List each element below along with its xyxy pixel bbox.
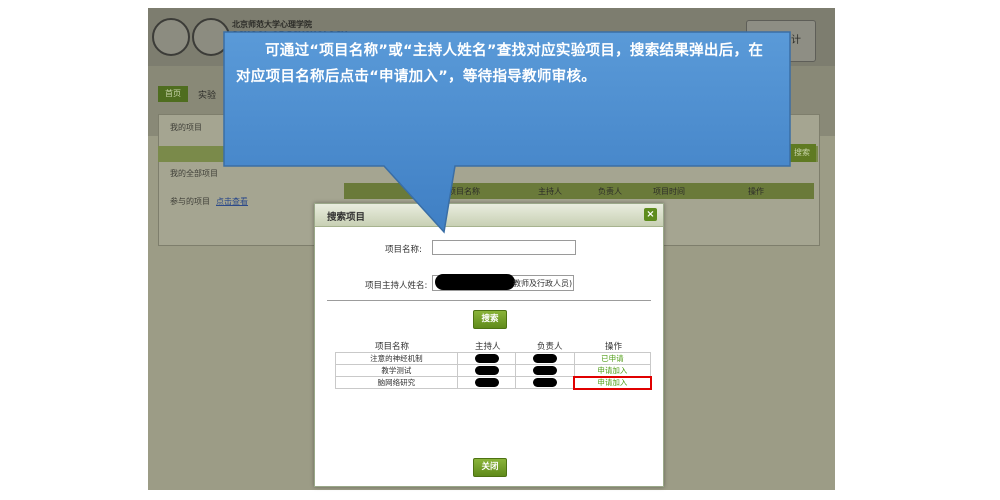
- joined-projects-label[interactable]: 参与的项目 点击查看: [170, 196, 248, 207]
- my-projects-label: 我的项目: [170, 123, 202, 132]
- result-project-name: 脑网络研究: [335, 376, 458, 389]
- host-name-hint: 教师及行政人员): [513, 279, 573, 288]
- nav-tab-experiment[interactable]: 实验: [198, 88, 216, 101]
- redaction-mark: [435, 274, 515, 290]
- result-header-host: 主持人: [475, 342, 501, 352]
- dialog-title: 搜索项目: [327, 212, 366, 223]
- form-divider: [327, 300, 651, 301]
- result-header-action: 操作: [605, 342, 623, 352]
- result-host: [456, 364, 517, 377]
- result-owner: [515, 352, 575, 365]
- result-host: [456, 352, 517, 365]
- results-table: 注意的神经机制 已申请 教学测试 申请加入 脑网络研究 申请加入: [335, 352, 652, 390]
- redaction-mark: [474, 366, 499, 376]
- panel-bar: [158, 146, 818, 162]
- applied-status: 已申请: [573, 352, 652, 365]
- school-logo-icon: [192, 18, 230, 56]
- university-logo-icon: [152, 18, 190, 56]
- nav-tab-home[interactable]: 首页: [158, 86, 188, 102]
- th-host: 主持人: [538, 187, 562, 196]
- result-project-name: 教学测试: [335, 364, 458, 377]
- school-name: 北京师范大学心理学院 SCHOOL OF PSYCHOLOGY: [232, 20, 348, 39]
- close-icon[interactable]: ×: [644, 208, 657, 221]
- result-header-owner: 负责人: [537, 342, 563, 352]
- result-project-name: 注意的神经机制: [335, 352, 458, 365]
- th-project-name: 项目名称: [448, 187, 480, 196]
- apply-join-link-highlighted[interactable]: 申请加入: [573, 375, 652, 390]
- result-owner: [515, 364, 575, 377]
- search-project-dialog: 搜索项目 × 项目名称: 项目主持人姓名: 教师及行政人员) 搜索 项目名称 主…: [314, 203, 664, 487]
- search-button[interactable]: 搜索: [473, 310, 507, 329]
- th-action: 操作: [748, 187, 764, 196]
- result-host: [456, 376, 517, 389]
- close-button[interactable]: 关闭: [473, 458, 507, 477]
- th-time: 项目时间: [653, 187, 685, 196]
- host-name-label: 项目主持人姓名:: [365, 281, 428, 291]
- apply-join-link[interactable]: 申请加入: [573, 364, 652, 377]
- redaction-mark: [533, 354, 558, 364]
- table-row: 脑网络研究 申请加入: [335, 375, 652, 390]
- dialog-title-bar: 搜索项目 ×: [315, 204, 663, 227]
- redaction-mark: [474, 354, 499, 364]
- redaction-mark: [474, 378, 499, 388]
- callout-text: 可通过“项目名称”或“主持人姓名”查找对应实验项目，搜索结果弹出后，在对应项目名…: [236, 43, 764, 85]
- project-name-input[interactable]: [432, 240, 576, 255]
- result-owner: [515, 376, 575, 389]
- panel-search-button[interactable]: 搜索: [788, 144, 816, 162]
- project-name-label: 项目名称:: [385, 245, 422, 255]
- joined-projects-text: 参与的项目: [170, 197, 210, 206]
- table-row: 注意的神经机制 已申请: [335, 352, 652, 365]
- table-row: 教学测试 申请加入: [335, 364, 652, 377]
- project-table-header: [344, 183, 814, 199]
- view-link[interactable]: 点击查看: [216, 197, 248, 206]
- th-owner: 负责人: [598, 187, 622, 196]
- redaction-mark: [533, 366, 558, 376]
- result-header-name: 项目名称: [375, 342, 410, 352]
- all-projects-label[interactable]: 我的全部项目: [170, 168, 218, 179]
- redaction-mark: [533, 378, 558, 388]
